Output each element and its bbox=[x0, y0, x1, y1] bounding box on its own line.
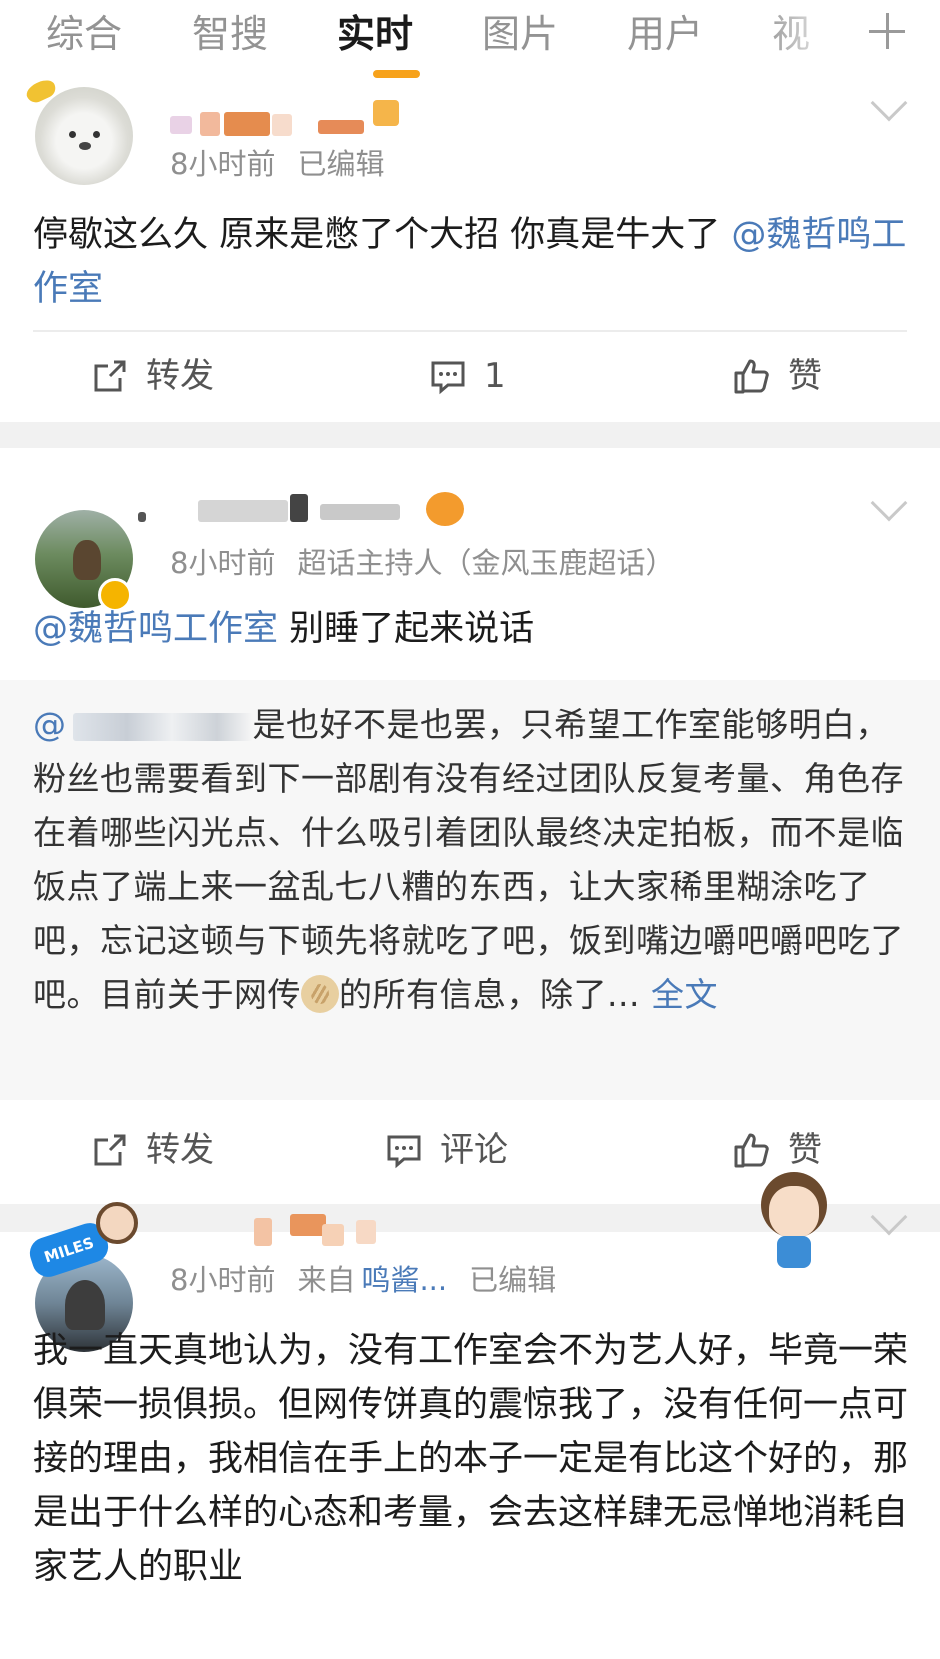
search-tab-bar: 综合 智搜 实时 图片 用户 视 bbox=[0, 0, 940, 86]
cartoon-sticker-icon bbox=[96, 1202, 138, 1244]
post-meta: 8小时前 超话主持人（金风玉鹿超话） bbox=[170, 543, 696, 583]
reposted-author-link[interactable]: @ bbox=[33, 705, 253, 744]
tab-images[interactable]: 图片 bbox=[482, 8, 558, 60]
comment-button[interactable]: 1 bbox=[428, 354, 506, 398]
mention-link[interactable]: @魏哲鸣工作室 bbox=[33, 609, 278, 649]
post-time: 8小时前 bbox=[170, 1263, 276, 1297]
pufferfish-emoji-icon bbox=[426, 492, 464, 526]
comment-button[interactable]: 评论 bbox=[384, 1128, 508, 1172]
add-tab-icon[interactable] bbox=[869, 11, 905, 51]
reposted-text: @ 是也好不是也罢，只希望工作室能够明白，粉丝也需要看到下一部剧有没有经过团队反复… bbox=[33, 705, 904, 1014]
post-text: 停歇这么久 原来是憋了个大招 你真是牛大了 @魏哲鸣工作室 bbox=[33, 215, 907, 309]
cake-emoji-icon bbox=[301, 975, 339, 1013]
divider bbox=[33, 330, 907, 332]
edited-label: 已编辑 bbox=[469, 1263, 557, 1297]
share-icon bbox=[94, 1134, 126, 1166]
comment-icon bbox=[387, 1135, 421, 1169]
thumbs-up-icon bbox=[734, 1133, 769, 1168]
post-text: 我一直天真地认为，没有工作室会不为艺人好，毕竟一荣俱荣一损俱损。但网传饼真的震惊… bbox=[33, 1331, 909, 1587]
post-card: 8小时前 已编辑 停歇这么久 原来是憋了个大招 你真是牛大了 @魏哲鸣工作室 转发… bbox=[0, 76, 940, 422]
chevron-down-icon[interactable] bbox=[870, 1198, 908, 1236]
post-meta: 8小时前 已编辑 bbox=[170, 144, 406, 184]
post-card: MILES 8小时前 来自 鸣酱... 已编辑 我一直天真地认为，没有工作室会不为艺人… bbox=[0, 1172, 940, 1659]
comment-icon bbox=[431, 361, 465, 395]
post-time: 8小时前 bbox=[170, 546, 276, 580]
full-text-link[interactable]: 全文 bbox=[651, 975, 718, 1014]
repost-button[interactable]: 转发 bbox=[90, 1128, 214, 1172]
chevron-down-icon[interactable] bbox=[870, 84, 908, 122]
repost-button[interactable]: 转发 bbox=[90, 354, 214, 398]
supertopic-role: 超话主持人（金风玉鹿超话） bbox=[297, 546, 675, 580]
post-source-link[interactable]: 鸣酱... bbox=[361, 1263, 447, 1297]
card-decoration-sticker bbox=[755, 1172, 837, 1268]
reposted-content[interactable]: @ 是也好不是也罢，只希望工作室能够明白，粉丝也需要看到下一部剧有没有经过团队反复… bbox=[0, 680, 940, 1100]
chevron-down-icon[interactable] bbox=[870, 484, 908, 522]
tab-comprehensive[interactable]: 综合 bbox=[46, 8, 122, 60]
post-text: @魏哲鸣工作室 别睡了起来说话 bbox=[33, 609, 535, 649]
thumbs-up-icon bbox=[734, 359, 769, 394]
redacted-name bbox=[72, 713, 253, 741]
post-time: 8小时前 bbox=[170, 147, 276, 181]
post-meta: 8小时前 来自 鸣酱... 已编辑 bbox=[170, 1263, 557, 1297]
active-tab-indicator bbox=[373, 70, 420, 78]
like-button[interactable]: 赞 bbox=[732, 354, 822, 398]
level-badge-icon bbox=[373, 100, 399, 126]
share-icon bbox=[94, 360, 126, 392]
tab-realtime[interactable]: 实时 bbox=[337, 8, 413, 60]
edited-label: 已编辑 bbox=[297, 147, 385, 181]
avatar[interactable] bbox=[35, 87, 133, 185]
like-button[interactable]: 赞 bbox=[732, 1128, 822, 1172]
tab-users[interactable]: 用户 bbox=[627, 8, 703, 60]
post-card: 8小时前 超话主持人（金风玉鹿超话） @魏哲鸣工作室 别睡了起来说话 @ 是也好不是… bbox=[0, 448, 940, 1204]
tab-overflow-fade bbox=[760, 0, 860, 80]
tab-smart-search[interactable]: 智搜 bbox=[192, 8, 268, 60]
